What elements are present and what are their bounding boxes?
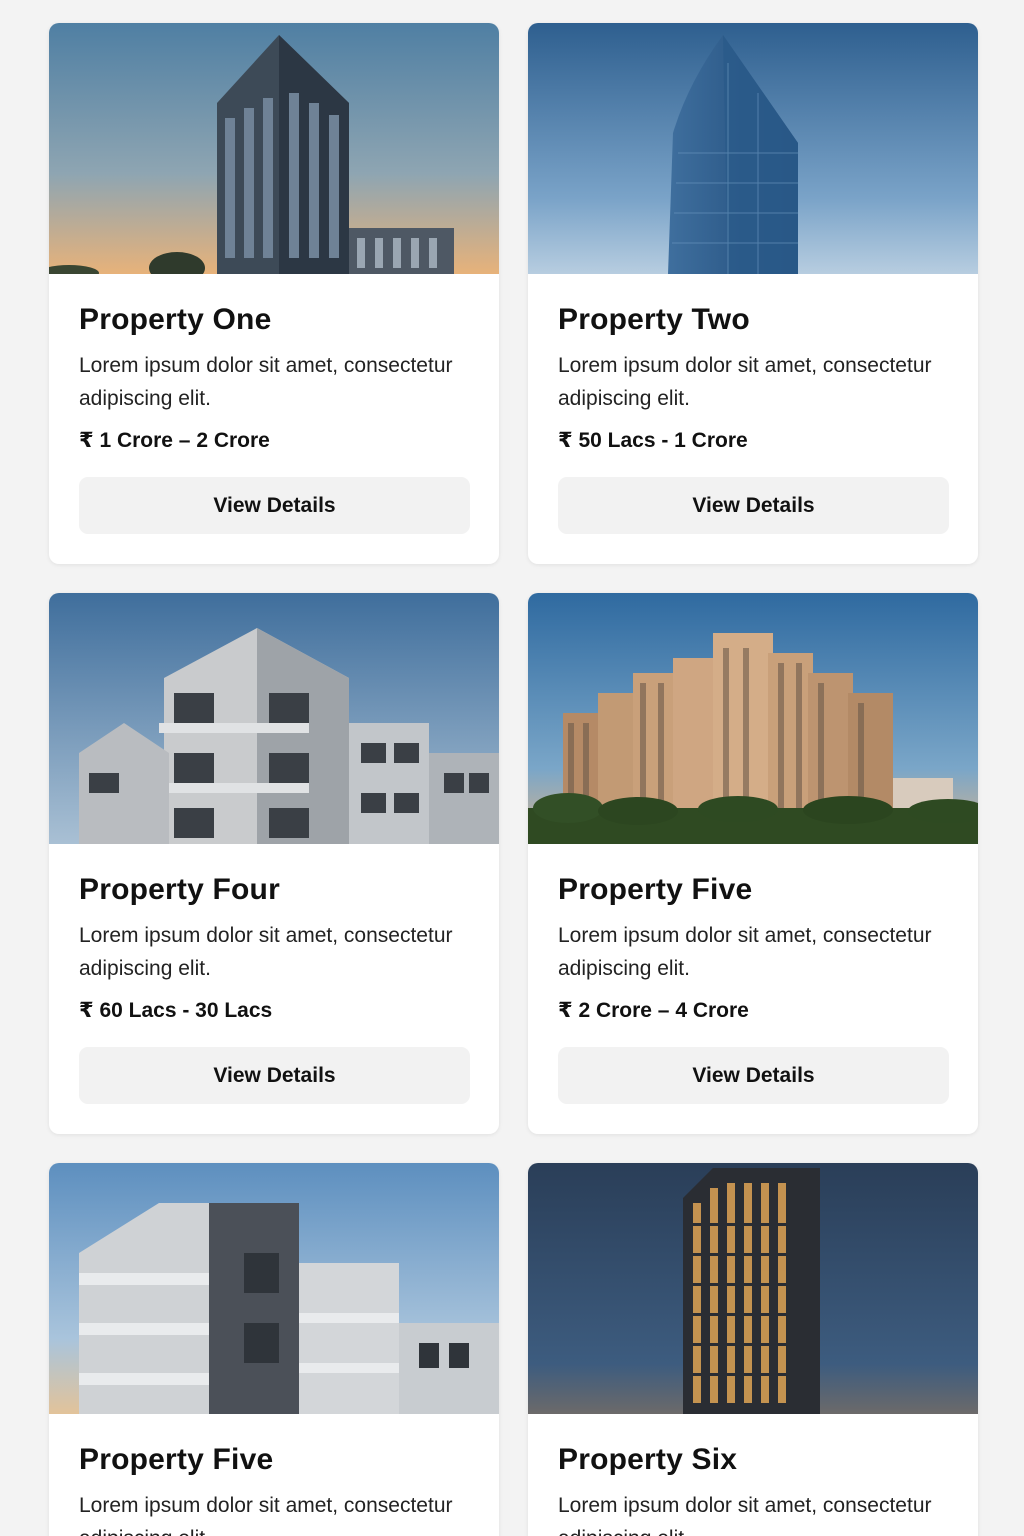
property-title: Property One (79, 303, 272, 336)
building-photo-modern-balconies (49, 593, 499, 844)
property-photo (49, 23, 499, 274)
property-title: Property Six (558, 1443, 738, 1476)
view-details-button[interactable]: View Details (79, 1047, 470, 1104)
building-photo-apartment-complex (528, 593, 978, 844)
property-card: Property Five Lorem ipsum dolor sit amet… (49, 1163, 499, 1536)
property-price: ₹ 50 Lacs - 1 Crore (558, 429, 748, 452)
building-photo-modern-balconies-2 (49, 1163, 499, 1414)
building-photo-tower-dusk (49, 23, 499, 274)
property-photo (528, 23, 978, 274)
property-description: Lorem ipsum dolor sit amet, consectetur … (79, 354, 453, 410)
property-photo (49, 1163, 499, 1414)
property-card: Property Five Lorem ipsum dolor sit amet… (528, 593, 978, 1134)
building-photo-night-tower (528, 1163, 978, 1414)
property-photo (528, 1163, 978, 1414)
property-grid: Property One Lorem ipsum dolor sit amet,… (0, 0, 1024, 1536)
property-price: ₹ 60 Lacs - 30 Lacs (79, 999, 273, 1022)
property-card: Property Four Lorem ipsum dolor sit amet… (49, 593, 499, 1134)
view-details-button[interactable]: View Details (558, 477, 949, 534)
property-photo (49, 593, 499, 844)
property-description: Lorem ipsum dolor sit amet, consectetur … (558, 924, 932, 980)
property-photo (528, 593, 978, 844)
property-title: Property Five (79, 1443, 274, 1476)
property-title: Property Five (558, 873, 753, 906)
property-title: Property Two (558, 303, 750, 336)
property-description: Lorem ipsum dolor sit amet, consectetur … (558, 354, 932, 410)
property-price: ₹ 2 Crore – 4 Crore (558, 999, 749, 1022)
property-description: Lorem ipsum dolor sit amet, consectetur … (79, 1494, 453, 1536)
view-details-button[interactable]: View Details (79, 477, 470, 534)
property-title: Property Four (79, 873, 280, 906)
property-card: Property Two Lorem ipsum dolor sit amet,… (528, 23, 978, 564)
property-card: Property Six Lorem ipsum dolor sit amet,… (528, 1163, 978, 1536)
view-details-button[interactable]: View Details (558, 1047, 949, 1104)
property-card: Property One Lorem ipsum dolor sit amet,… (49, 23, 499, 564)
property-description: Lorem ipsum dolor sit amet, consectetur … (79, 924, 453, 980)
building-photo-glass-tower (528, 23, 978, 274)
property-description: Lorem ipsum dolor sit amet, consectetur … (558, 1494, 932, 1536)
property-price: ₹ 1 Crore – 2 Crore (79, 429, 270, 452)
